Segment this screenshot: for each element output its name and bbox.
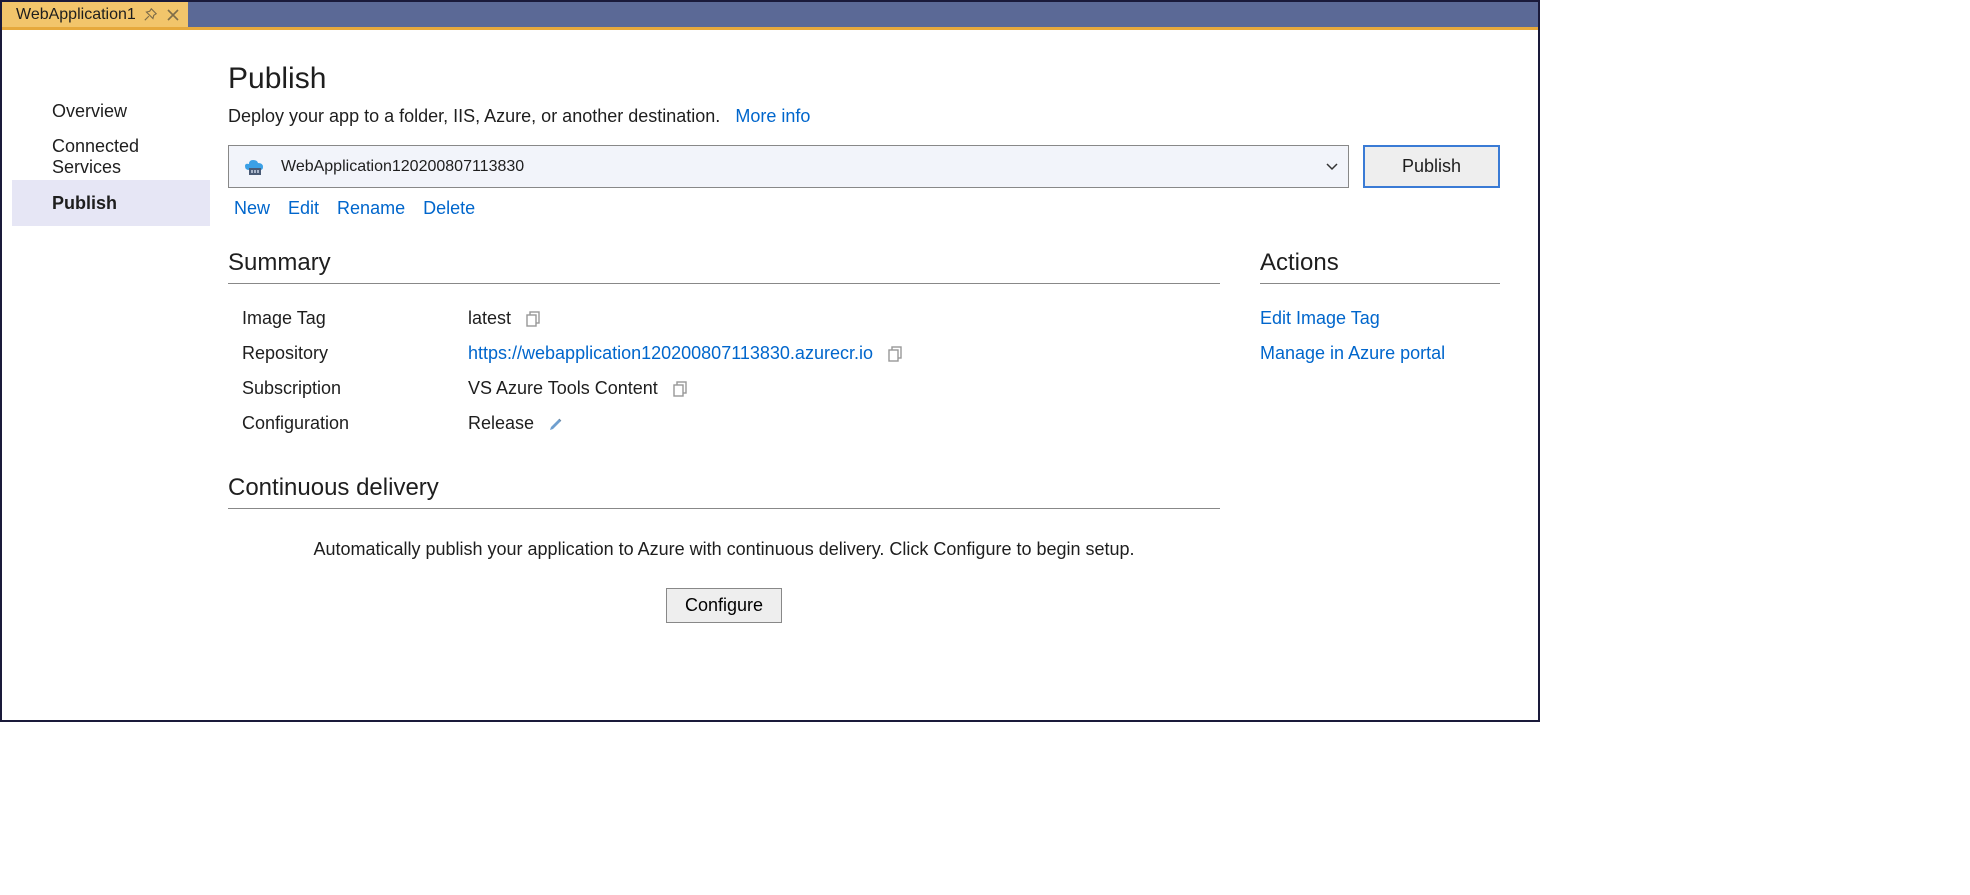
summary-key: Repository: [228, 343, 468, 364]
subtitle-row: Deploy your app to a folder, IIS, Azure,…: [228, 106, 1500, 127]
summary-column: Summary Image Tag latest Repository: [228, 249, 1220, 623]
pencil-icon[interactable]: [548, 416, 564, 432]
summary-row-image-tag: Image Tag latest: [228, 308, 1220, 329]
profile-actions: New Edit Rename Delete: [228, 198, 1500, 219]
copy-icon[interactable]: [672, 381, 688, 397]
copy-icon[interactable]: [887, 346, 903, 362]
actions-column: Actions Edit Image Tag Manage in Azure p…: [1260, 249, 1500, 623]
actions-title: Actions: [1260, 249, 1500, 284]
tab-title: WebApplication1: [16, 6, 136, 24]
summary-key: Configuration: [228, 413, 468, 434]
sidebar: Overview Connected Services Publish: [10, 38, 210, 712]
profile-action-edit[interactable]: Edit: [288, 198, 319, 219]
continuous-delivery-section: Continuous delivery Automatically publis…: [228, 474, 1220, 623]
window: WebApplication1 Overview Connected Servi…: [0, 0, 1540, 722]
main-panel: Publish Deploy your app to a folder, IIS…: [210, 38, 1530, 712]
subtitle-text: Deploy your app to a folder, IIS, Azure,…: [228, 106, 720, 126]
configure-button-label: Configure: [685, 595, 763, 615]
profile-action-rename[interactable]: Rename: [337, 198, 405, 219]
profile-action-delete[interactable]: Delete: [423, 198, 475, 219]
profile-row: WebApplication120200807113830 Publish: [228, 145, 1500, 188]
sidebar-item-label: Overview: [52, 101, 127, 122]
repository-link[interactable]: https://webapplication120200807113830.az…: [468, 343, 873, 364]
columns: Summary Image Tag latest Repository: [228, 249, 1500, 623]
sidebar-item-label: Connected Services: [52, 136, 210, 178]
summary-title: Summary: [228, 249, 1220, 284]
sidebar-item-overview[interactable]: Overview: [12, 88, 210, 134]
pin-icon[interactable]: [144, 8, 158, 22]
summary-row-configuration: Configuration Release: [228, 413, 1220, 434]
copy-icon[interactable]: [525, 311, 541, 327]
profile-select[interactable]: WebApplication120200807113830: [228, 145, 1349, 188]
sidebar-item-publish[interactable]: Publish: [12, 180, 210, 226]
chevron-down-icon: [1326, 163, 1338, 171]
summary-row-repository: Repository https://webapplication1202008…: [228, 343, 1220, 364]
azure-container-icon: [243, 158, 265, 176]
action-manage-azure-portal[interactable]: Manage in Azure portal: [1260, 343, 1500, 364]
page-title: Publish: [228, 62, 1500, 96]
summary-value: VS Azure Tools Content: [468, 378, 658, 399]
action-edit-image-tag[interactable]: Edit Image Tag: [1260, 308, 1500, 329]
profile-selected-value: WebApplication120200807113830: [281, 158, 524, 176]
configure-button[interactable]: Configure: [666, 588, 782, 623]
summary-value: latest: [468, 308, 511, 329]
cd-title: Continuous delivery: [228, 474, 1220, 509]
summary-row-subscription: Subscription VS Azure Tools Content: [228, 378, 1220, 399]
summary-key: Subscription: [228, 378, 468, 399]
content-area: Overview Connected Services Publish Publ…: [2, 30, 1538, 720]
profile-action-new[interactable]: New: [234, 198, 270, 219]
document-tab[interactable]: WebApplication1: [2, 2, 188, 27]
sidebar-item-connected-services[interactable]: Connected Services: [12, 134, 210, 180]
actions-list: Edit Image Tag Manage in Azure portal: [1260, 308, 1500, 364]
titlebar: WebApplication1: [2, 2, 1538, 30]
summary-value: Release: [468, 413, 534, 434]
more-info-link[interactable]: More info: [735, 106, 810, 126]
sidebar-item-label: Publish: [52, 193, 117, 214]
close-icon[interactable]: [166, 8, 180, 22]
summary-key: Image Tag: [228, 308, 468, 329]
publish-button[interactable]: Publish: [1363, 145, 1500, 188]
publish-button-label: Publish: [1402, 156, 1461, 177]
cd-description: Automatically publish your application t…: [228, 539, 1220, 560]
